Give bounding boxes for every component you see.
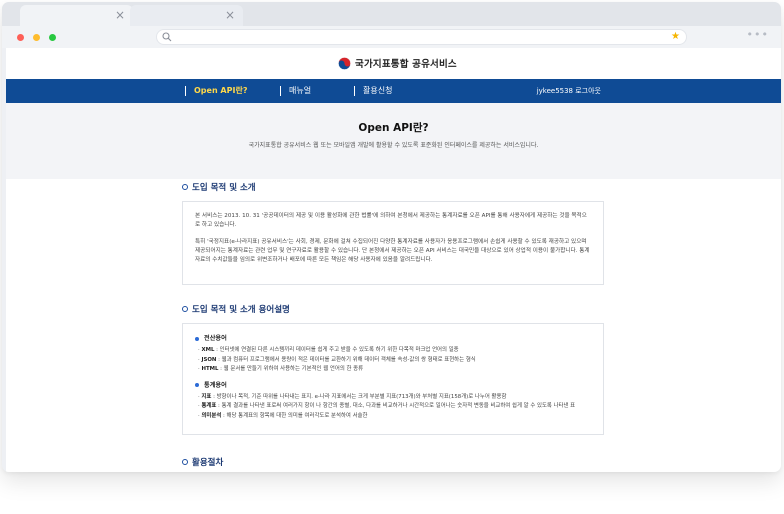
window-maximize-button[interactable]	[49, 34, 56, 41]
window-close-button[interactable]	[17, 34, 24, 41]
tab-close-icon[interactable]: ×	[225, 7, 235, 23]
dot-bullet-icon	[195, 383, 199, 387]
term-desc: : 통계 결과를 나타낸 표로써 여러가지 항이 나 항간의 종별, 대소, 다…	[216, 403, 576, 409]
term-item: · 통계표 : 통계 결과를 나타낸 표로써 여러가지 항이 나 항간의 종별,…	[198, 403, 576, 409]
section-terms: 도입 목적 및 소개 용어설명 전산용어 · XML : 인터넷에 연결된 다른…	[182, 303, 604, 435]
term-name: 지표	[201, 393, 212, 400]
term-name: HTML	[201, 366, 219, 372]
term-name: 통계표	[201, 403, 217, 409]
section-usage: 활용절차	[182, 456, 604, 468]
term-item: · XML : 인터넷에 연결된 다른 시스템끼리 데이터를 쉽게 주고 받을 …	[198, 347, 459, 353]
logout-link[interactable]: jykee5538 로그아웃	[537, 79, 601, 103]
intro-paragraph: 본 서비스는 2013. 10. 31 '공공데이터의 제공 및 이용 활성화에…	[195, 213, 587, 228]
term-item: · HTML : 웹 문서를 만들기 위하여 사용하는 기본적인 웹 언어의 한…	[198, 366, 364, 372]
term-group-label: 통계용어	[204, 381, 227, 389]
term-desc: : 해당 통계표의 항목에 대한 의미를 여러각도로 분석하여 서술한	[221, 412, 368, 419]
taegeuk-logo-icon	[338, 56, 351, 70]
section-title: 도입 목적 및 소개	[182, 181, 604, 193]
term-name: 의미분석	[201, 412, 222, 419]
term-desc: : 방향이나 목적, 기준 따위를 나타내는 표지. e-나라 지표에서는 크게…	[211, 393, 507, 400]
bookmark-star-icon[interactable]: ★	[671, 31, 680, 43]
address-bar[interactable]: ★	[156, 29, 687, 45]
circle-bullet-icon	[182, 184, 188, 190]
term-desc: : 인터넷에 연결된 다른 시스템끼리 데이터를 쉽게 주고 받을 수 있도록 …	[214, 347, 459, 353]
section-title-text: 도입 목적 및 소개	[192, 183, 256, 193]
term-desc: : 웹과 컴퓨터 프로그램에서 용량이 적은 데이터를 교환하기 위해 데이터 …	[216, 356, 476, 363]
term-group-label: 전산용어	[204, 335, 227, 342]
site-logo[interactable]: 국가지표통합 공유서비스	[338, 56, 457, 70]
circle-bullet-icon	[182, 459, 188, 465]
section-title-text: 활용절차	[192, 458, 224, 468]
page-title: Open API란?	[358, 122, 429, 134]
main-nav: Open API란? 매뉴얼 활용신청 jykee5538 로그아웃	[6, 79, 781, 103]
search-icon	[162, 32, 172, 42]
browser-window: × × ★ ••• 국가지표통합 공유서비스 Open API란? 매뉴얼 활용…	[2, 2, 781, 472]
nav-divider	[354, 85, 355, 96]
tab-close-icon[interactable]: ×	[115, 7, 125, 23]
term-item: · JSON : 웹과 컴퓨터 프로그램에서 용량이 적은 데이터를 교환하기 …	[198, 356, 476, 363]
term-group-title: 전산용어	[195, 334, 591, 343]
term-group-title: 통계용어	[195, 381, 591, 390]
window-minimize-button[interactable]	[33, 34, 40, 41]
term-name: JSON	[201, 356, 217, 363]
section-title-text: 도입 목적 및 소개 용어설명	[192, 305, 290, 315]
section-intro: 도입 목적 및 소개 본 서비스는 2013. 10. 31 '공공데이터의 제…	[182, 181, 604, 285]
site-header: 국가지표통합 공유서비스	[6, 48, 781, 78]
site-title: 국가지표통합 공유서비스	[355, 59, 457, 70]
nav-item-label: 매뉴얼	[289, 86, 312, 95]
nav-item-apply[interactable]: 활용신청	[354, 79, 392, 103]
browser-menu-icon[interactable]: •••	[747, 29, 769, 41]
browser-tab-2[interactable]: ×	[130, 5, 243, 26]
tab-bar: × ×	[2, 2, 781, 26]
nav-item-manual[interactable]: 매뉴얼	[280, 79, 311, 103]
terms-box: 전산용어 · XML : 인터넷에 연결된 다른 시스템끼리 데이터를 쉽게 주…	[182, 323, 604, 435]
term-item: · 의미분석 : 해당 통계표의 항목에 대한 의미를 여러각도로 분석하여 서…	[198, 412, 368, 419]
term-item: · 지표 : 방향이나 목적, 기준 따위를 나타내는 표지. e-나라 지표에…	[198, 393, 507, 400]
term-desc: : 웹 문서를 만들기 위하여 사용하는 기본적인 웹 언어의 한 종류	[218, 366, 364, 372]
intro-paragraph: 특히 '국정지표(e-나라지표) 공유서비스'는 사회, 경제, 문화에 걸쳐 …	[195, 239, 590, 263]
term-group-stats: 통계용어 · 지표 : 방향이나 목적, 기준 따위를 나타내는 표지. e-나…	[195, 381, 591, 422]
intro-box: 본 서비스는 2013. 10. 31 '공공데이터의 제공 및 이용 활성화에…	[182, 201, 604, 285]
section-title: 도입 목적 및 소개 용어설명	[182, 303, 604, 315]
nav-divider	[280, 85, 281, 96]
web-page: 국가지표통합 공유서비스 Open API란? 매뉴얼 활용신청 jykee55…	[6, 48, 781, 472]
term-name: XML	[201, 347, 215, 353]
page-subtitle: 국가지표통합 공유서비스 웹 또는 모바일앱 개발에 활용할 수 있도록 표준화…	[248, 142, 539, 149]
nav-item-label: 활용신청	[363, 86, 393, 95]
page-hero: Open API란? 국가지표통합 공유서비스 웹 또는 모바일앱 개발에 활용…	[6, 103, 781, 179]
dot-bullet-icon	[195, 336, 199, 341]
browser-tab-1[interactable]: ×	[20, 5, 133, 26]
nav-item-label: Open API란?	[194, 86, 248, 95]
term-group-it: 전산용어 · XML : 인터넷에 연결된 다른 시스템끼리 데이터를 쉽게 주…	[195, 334, 591, 375]
nav-divider	[185, 85, 186, 96]
circle-bullet-icon	[182, 306, 188, 312]
browser-toolbar: ★ •••	[2, 26, 781, 48]
section-title: 활용절차	[182, 456, 604, 468]
nav-item-openapi[interactable]: Open API란?	[185, 79, 247, 103]
